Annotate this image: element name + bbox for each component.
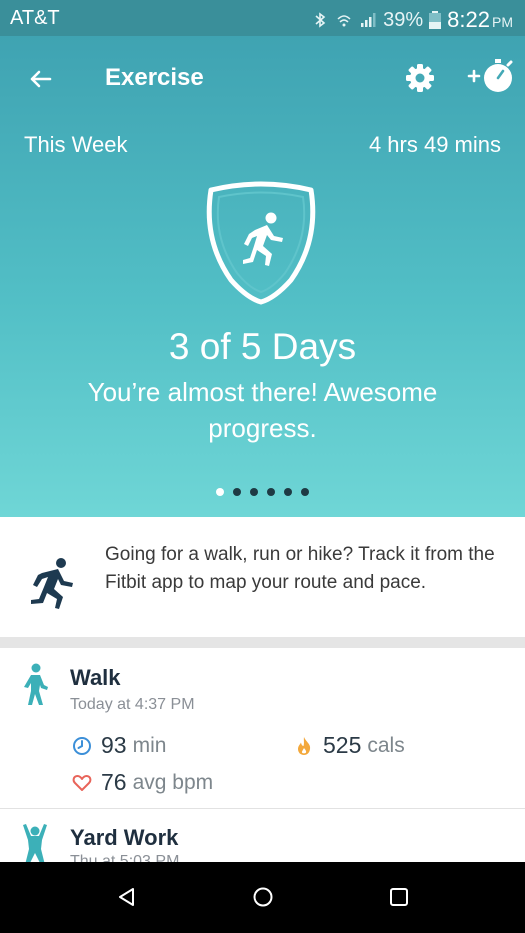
weekly-total-duration: 4 hrs 49 mins xyxy=(368,132,501,157)
nav-back-icon[interactable] xyxy=(116,886,138,908)
activity-row-walk[interactable]: Walk Today at 4:37 PM 93 min 525 cals 76… xyxy=(0,648,525,808)
calories-stat: 525 cals xyxy=(294,732,405,759)
heart-rate-stat: 76 avg bpm xyxy=(72,769,213,796)
yard-work-person-icon xyxy=(23,824,47,862)
walking-person-icon xyxy=(24,663,48,705)
status-icons: 39% 8:22 PM xyxy=(311,7,513,33)
nav-recents-icon[interactable] xyxy=(388,886,410,908)
page-dot-4[interactable] xyxy=(267,488,275,496)
heart-rate-value: 76 xyxy=(101,769,127,795)
battery-percent: 39% xyxy=(383,8,424,31)
clock-time: 8:22 xyxy=(447,7,490,32)
calories-value: 525 xyxy=(323,732,362,758)
activity-time: Thu at 5:03 PM xyxy=(70,853,180,862)
heart-rate-unit: avg bpm xyxy=(132,770,214,794)
page-dot-2[interactable] xyxy=(233,488,241,496)
system-navigation-bar xyxy=(0,862,525,933)
activity-name: Yard Work xyxy=(70,825,179,850)
page-indicator[interactable] xyxy=(0,488,525,496)
heart-icon xyxy=(72,774,92,791)
duration-unit: min xyxy=(132,733,167,757)
days-progress-text: 3 of 5 Days xyxy=(168,326,357,367)
exercise-goal-badge-icon xyxy=(206,181,316,305)
flame-icon xyxy=(298,736,311,755)
signal-icon xyxy=(361,13,376,27)
clock-ampm: PM xyxy=(492,14,513,30)
gps-tip-card[interactable]: Going for a walk, run or hike? Track it … xyxy=(0,517,525,637)
page-title: Exercise xyxy=(105,64,204,91)
back-arrow-icon[interactable] xyxy=(26,64,56,94)
carrier-label: AT&T xyxy=(10,7,60,29)
wifi-calling-icon xyxy=(337,15,351,27)
add-exercise-timer-icon[interactable] xyxy=(466,56,516,96)
encouragement-message: You’re almost there! Awesome progress. xyxy=(87,377,438,443)
section-divider xyxy=(0,637,525,648)
page-dot-3[interactable] xyxy=(250,488,258,496)
battery-icon xyxy=(429,11,442,29)
page-dot-6[interactable] xyxy=(301,488,309,496)
clock-icon xyxy=(73,736,91,755)
page-dot-5[interactable] xyxy=(284,488,292,496)
settings-gear-icon[interactable] xyxy=(404,62,436,94)
page-dot-1[interactable] xyxy=(216,488,224,496)
activity-row-yard-work[interactable]: Yard Work Thu at 5:03 PM xyxy=(0,809,525,862)
period-label: This Week xyxy=(24,132,128,157)
tip-text: Going for a walk, run or hike? Track it … xyxy=(105,544,495,593)
nav-home-icon[interactable] xyxy=(252,886,274,908)
duration-value: 93 xyxy=(101,732,127,758)
calories-unit: cals xyxy=(367,733,405,757)
bluetooth-icon xyxy=(315,12,326,28)
running-person-icon xyxy=(31,558,73,609)
status-bar: AT&T 39% 8:22 PM xyxy=(0,0,525,36)
activity-time: Today at 4:37 PM xyxy=(70,696,195,713)
activity-name: Walk xyxy=(70,665,121,690)
exercise-summary-hero: Exercise This Week 4 hrs 49 mins 3 of 5 … xyxy=(0,36,525,517)
duration-stat: 93 min xyxy=(72,732,166,759)
